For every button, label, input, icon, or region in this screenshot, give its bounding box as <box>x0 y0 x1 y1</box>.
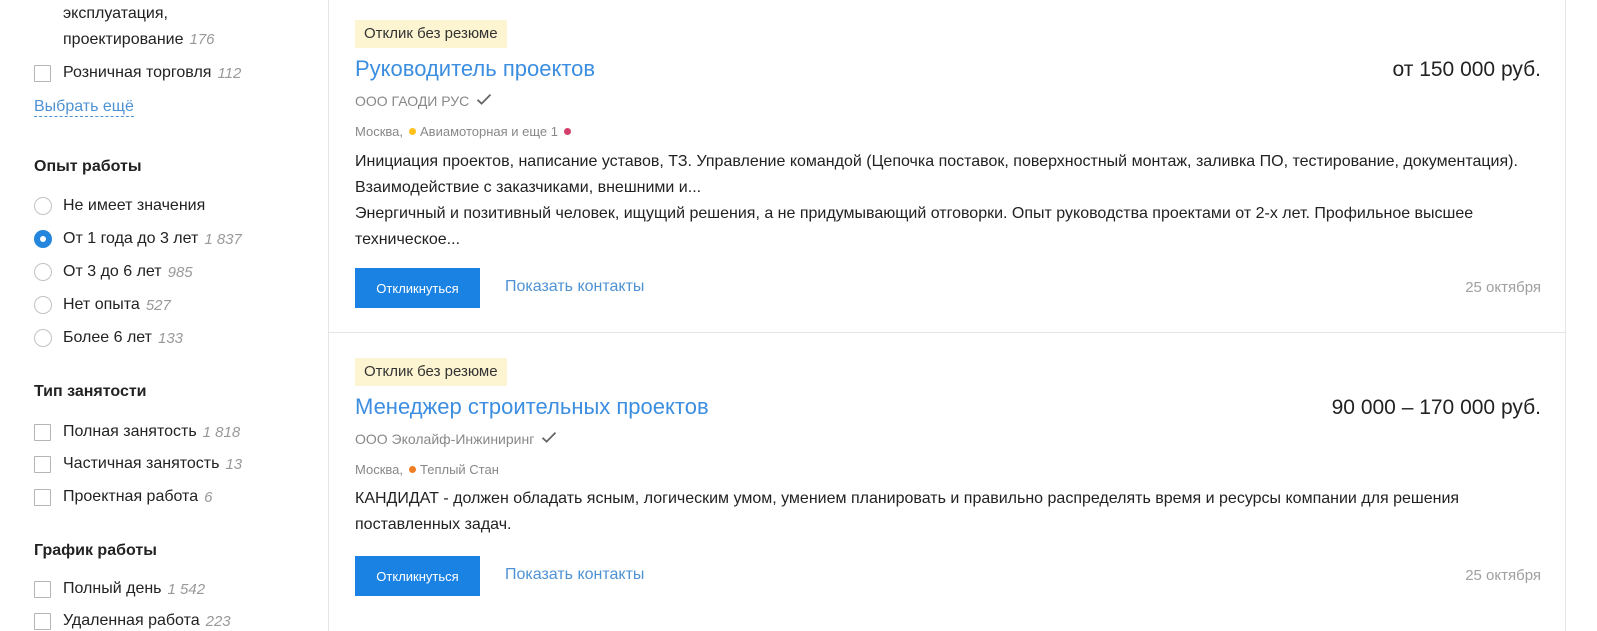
no-resume-badge: Отклик без резюме <box>355 358 507 386</box>
industry-option-retail[interactable]: Розничная торговля 112 <box>34 62 241 84</box>
employment-full-checkbox[interactable] <box>34 423 51 441</box>
experience-option-any[interactable]: Не имеет значения <box>34 195 205 217</box>
experience-option-none[interactable]: Нет опыта 527 <box>34 294 171 316</box>
company-name: ООО ГАОДИ РУС <box>355 93 470 109</box>
company-link[interactable]: ООО Эколайф-Инжиниринг <box>355 431 557 447</box>
vacancy-title-link[interactable]: Руководитель проектов <box>355 56 595 82</box>
industry-option-partial[interactable]: проектирование 176 <box>63 29 215 51</box>
experience-1-3-count: 1 837 <box>204 230 242 248</box>
experience-any-radio[interactable] <box>34 197 52 215</box>
experience-option-1-3[interactable]: От 1 года до 3 лет 1 837 <box>34 228 242 250</box>
experience-1-3-label: От 1 года до 3 лет <box>63 230 199 247</box>
vacancy-card: Отклик без резюме Руководитель проектов … <box>329 0 1565 333</box>
vacancy-salary: 90 000 – 170 000 руб. <box>1331 396 1541 419</box>
industry-option-count: 176 <box>189 31 215 48</box>
vacancy-title-link[interactable]: Менеджер строительных проектов <box>355 394 709 420</box>
retail-checkbox[interactable] <box>34 64 51 82</box>
schedule-fullday-checkbox[interactable] <box>34 580 51 598</box>
metro-station-label: Теплый Стан <box>420 462 499 477</box>
page: эксплуатация, проектирование 176 Рознична… <box>0 0 1597 631</box>
schedule-remote-label: Удаленная работа <box>63 612 200 629</box>
employment-option-part[interactable]: Частичная занятость 13 <box>34 453 242 475</box>
experience-section-title: Опыт работы <box>34 158 142 175</box>
verified-check-icon <box>476 93 492 109</box>
no-resume-badge: Отклик без резюме <box>355 20 507 48</box>
vacancy-description: КАНДИДАТ - должен обладать ясным, логиче… <box>355 486 1545 538</box>
city-label: Москва, <box>355 462 403 477</box>
experience-1-3-radio[interactable] <box>34 230 52 248</box>
experience-3-6-label: От 3 до 6 лет <box>63 263 162 280</box>
vacancy-requirements: Энергичный и позитивный человек, ищущий … <box>355 205 1474 248</box>
schedule-option-remote[interactable]: Удаленная работа 223 <box>34 610 231 631</box>
schedule-remote-count: 223 <box>205 612 231 630</box>
vacancy-date: 25 октября <box>1465 279 1541 296</box>
employment-section-title: Тип занятости <box>34 383 147 400</box>
show-contacts-link[interactable]: Показать контакты <box>505 278 644 296</box>
verified-check-icon <box>541 431 557 447</box>
employment-project-checkbox[interactable] <box>34 488 51 506</box>
employment-project-count: 6 <box>204 488 213 506</box>
experience-option-3-6[interactable]: От 3 до 6 лет 985 <box>34 261 193 283</box>
filters-sidebar: эксплуатация, проектирование 176 Рознична… <box>0 0 328 631</box>
employment-option-full[interactable]: Полная занятость 1 818 <box>34 421 240 443</box>
experience-none-radio[interactable] <box>34 296 52 314</box>
schedule-fullday-label: Полный день <box>63 580 162 597</box>
company-name: ООО Эколайф-Инжиниринг <box>355 431 535 447</box>
employment-option-project[interactable]: Проектная работа 6 <box>34 486 212 508</box>
metro-line-dot-icon <box>409 466 416 473</box>
show-more-industries-link[interactable]: Выбрать ещё <box>34 97 134 117</box>
schedule-fullday-count: 1 542 <box>167 580 206 598</box>
company-link[interactable]: ООО ГАОДИ РУС <box>355 93 492 109</box>
vacancy-card: Отклик без резюме Менеджер строительных … <box>329 333 1565 631</box>
retail-count: 112 <box>217 64 242 82</box>
metro-line-dot-icon <box>409 128 416 135</box>
experience-3-6-radio[interactable] <box>34 263 52 281</box>
experience-option-6plus[interactable]: Более 6 лет 133 <box>34 327 183 349</box>
vacancy-date: 25 октября <box>1465 567 1541 584</box>
experience-6plus-label: Более 6 лет <box>63 329 152 346</box>
employment-part-count: 13 <box>225 455 243 473</box>
respond-button[interactable]: Откликнуться <box>355 556 480 596</box>
experience-6plus-radio[interactable] <box>34 329 52 347</box>
retail-label: Розничная торговля <box>63 64 212 81</box>
respond-button[interactable]: Откликнуться <box>355 268 480 308</box>
experience-6plus-count: 133 <box>158 329 184 347</box>
vacancy-requirements: КАНДИДАТ - должен обладать ясным, логиче… <box>355 490 1460 533</box>
experience-3-6-count: 985 <box>167 263 193 281</box>
vacancy-location: Москва, Теплый Стан <box>355 462 499 477</box>
vacancy-salary: от 150 000 руб. <box>1392 58 1541 81</box>
employment-part-checkbox[interactable] <box>34 455 51 473</box>
experience-none-label: Нет опыта <box>63 296 140 313</box>
industry-option-partial-line: эксплуатация, <box>63 5 168 22</box>
employment-part-label: Частичная занятость <box>63 455 220 472</box>
vacancy-description: Инициация проектов, написание уставов, Т… <box>355 149 1545 253</box>
metro-line-dot-icon <box>564 128 572 135</box>
vacancy-list: Отклик без резюме Руководитель проектов … <box>328 0 1566 631</box>
schedule-remote-checkbox[interactable] <box>34 612 51 630</box>
schedule-section-title: График работы <box>34 542 157 559</box>
employment-full-count: 1 818 <box>202 423 241 441</box>
experience-none-count: 527 <box>145 296 171 314</box>
employment-project-label: Проектная работа <box>63 488 199 505</box>
city-label: Москва, <box>355 124 403 139</box>
vacancy-location: Москва, Авиамоторная и еще 1 <box>355 124 572 139</box>
show-contacts-link[interactable]: Показать контакты <box>505 566 644 584</box>
experience-any-label: Не имеет значения <box>63 197 206 214</box>
industry-option-label: проектирование <box>63 31 184 48</box>
metro-station-label: Авиамоторная и еще 1 <box>420 124 559 139</box>
vacancy-responsibilities: Инициация проектов, написание уставов, Т… <box>355 153 1518 196</box>
employment-full-label: Полная занятость <box>63 423 197 440</box>
schedule-option-fullday[interactable]: Полный день 1 542 <box>34 578 205 600</box>
